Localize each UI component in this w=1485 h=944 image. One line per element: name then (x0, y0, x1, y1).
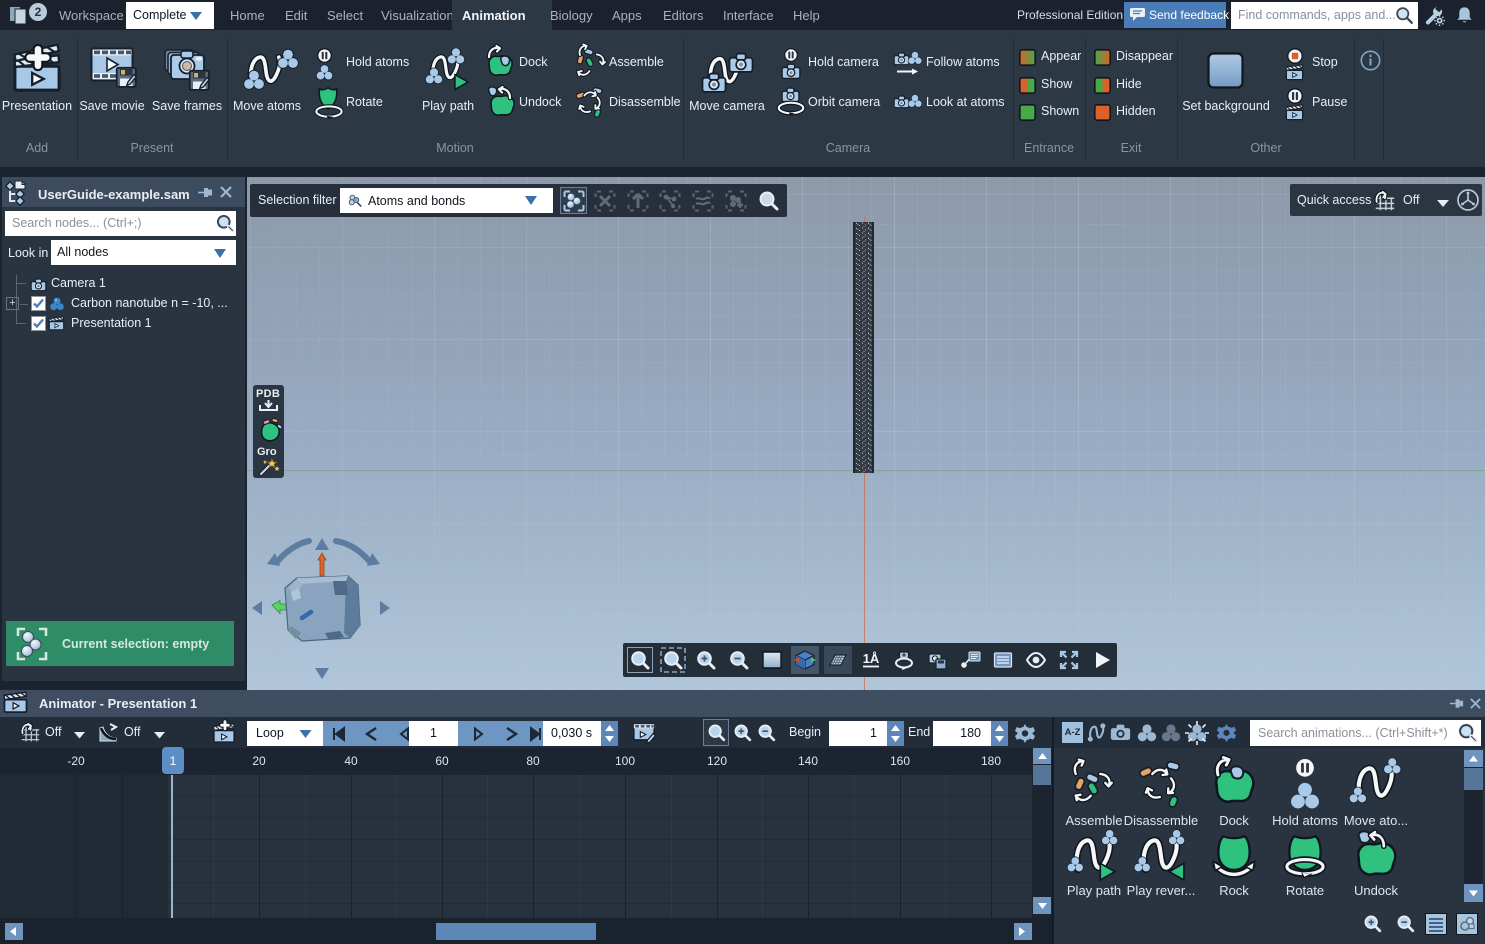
svg-text:1Å: 1Å (863, 651, 880, 666)
